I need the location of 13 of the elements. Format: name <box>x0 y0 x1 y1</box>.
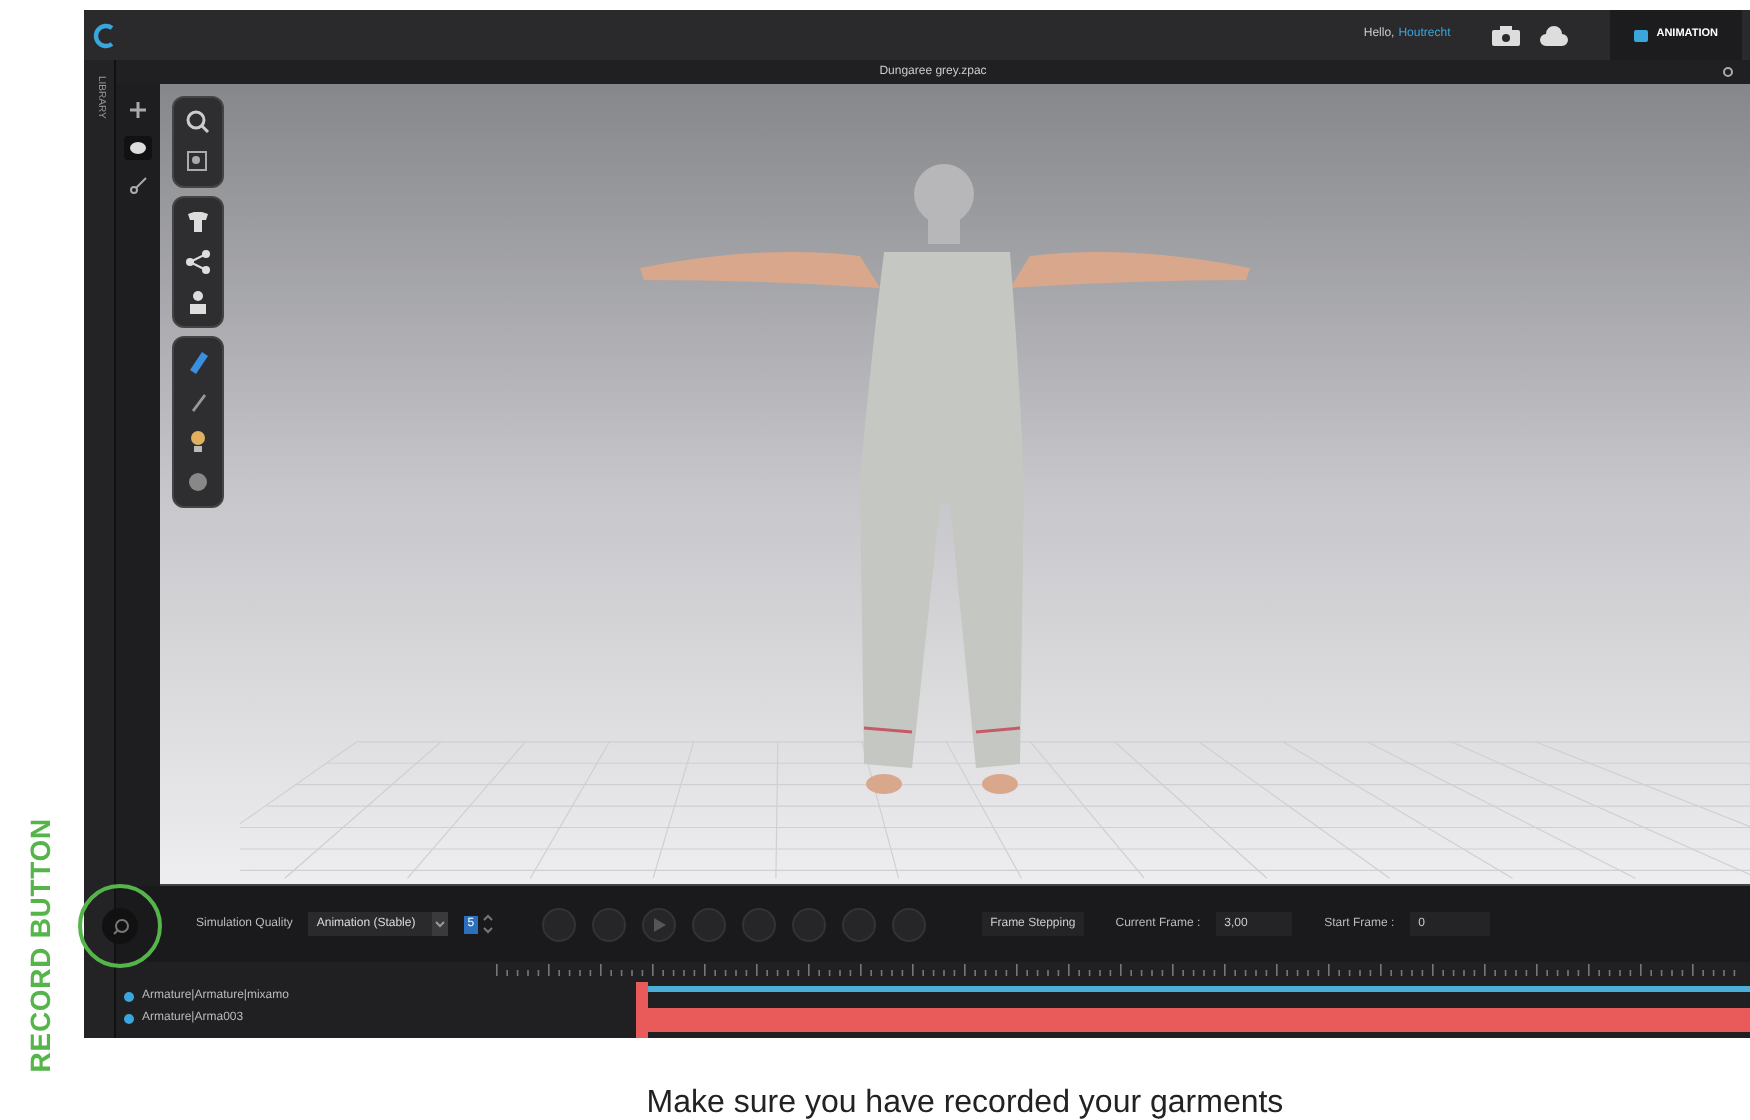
camera-icon[interactable] <box>1490 23 1523 47</box>
play-icon <box>653 917 666 931</box>
nodes-icon[interactable] <box>182 246 214 278</box>
move-icon[interactable] <box>128 100 148 120</box>
highlight-ring <box>78 884 162 968</box>
cloud-icon[interactable] <box>1538 23 1571 47</box>
tab-icon <box>1634 29 1649 41</box>
magnifier-icon[interactable] <box>182 106 214 138</box>
shirt-icon[interactable] <box>182 206 214 238</box>
caption-text: Make sure you have recorded your garments <box>644 1084 1284 1120</box>
side-label: RECORD BUTTON <box>22 817 58 1073</box>
logo-icon <box>92 21 116 49</box>
spinner-arrows-icon <box>482 912 495 936</box>
